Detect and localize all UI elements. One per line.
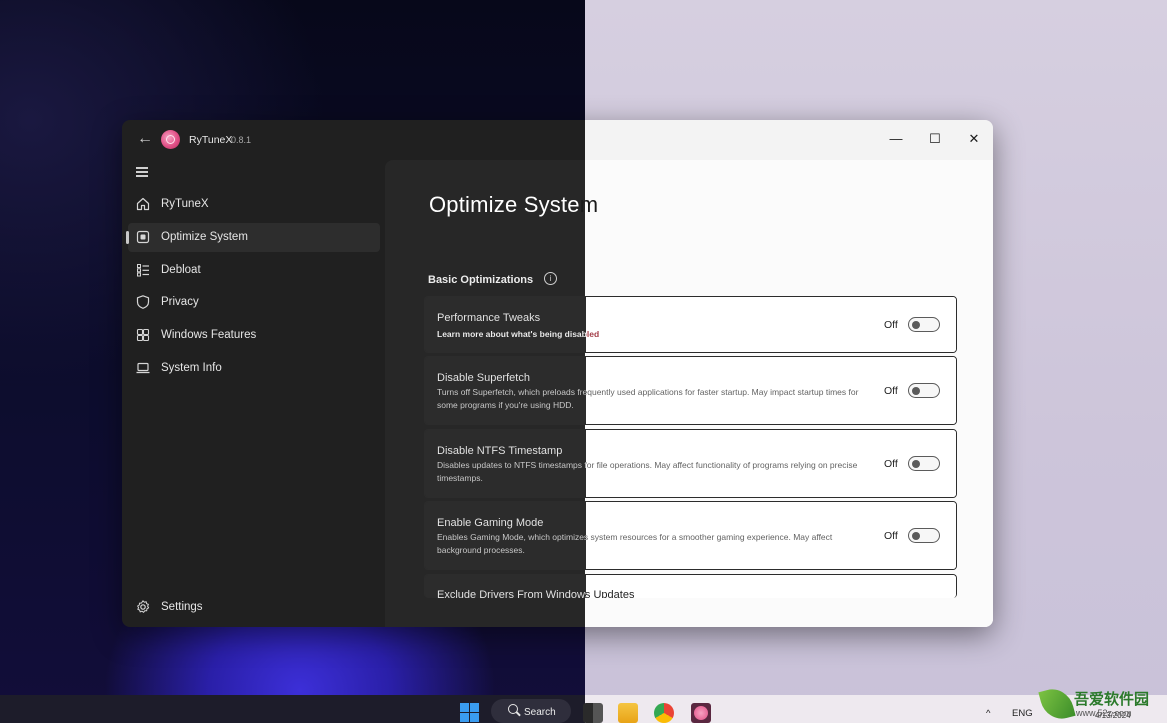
sidebar-item-rytunex[interactable]: RyTuneX	[128, 190, 380, 219]
task-view-icon[interactable]	[583, 703, 603, 723]
watermark-logo-icon	[1038, 684, 1076, 723]
setting-card-disable-ntfs-timestamp: Disable NTFS Timestamp Disables updates …	[424, 429, 957, 498]
card-title: Enable Gaming Mode	[437, 517, 544, 529]
learn-more-link[interactable]: Learn more about what's being disabled	[437, 329, 599, 339]
search-label: Search	[524, 707, 556, 718]
sidebar-item-optimize-system[interactable]: Optimize System	[126, 223, 380, 252]
taskbar-search-button[interactable]: Search	[491, 699, 571, 723]
sidebar-item-label: Debloat	[161, 264, 201, 276]
toggle-state-label: Off	[884, 385, 898, 397]
home-icon	[136, 197, 150, 211]
sidebar-item-label: Optimize System	[161, 231, 248, 243]
sidebar-item-settings[interactable]: Settings	[128, 593, 380, 622]
watermark-name: 吾爱软件园	[1074, 691, 1150, 708]
list-icon	[137, 264, 149, 277]
sidebar-item-debloat[interactable]: Debloat	[128, 256, 380, 285]
card-title: Performance Tweaks	[437, 312, 541, 324]
toggle-state-label: Off	[884, 458, 898, 470]
sidebar-item-label: Windows Features	[161, 329, 257, 341]
app-title: RyTuneX	[189, 134, 233, 146]
app-window: ← RyTuneX 0.8.1 — ☐ ✕ RyTuneX Optimize S…	[122, 120, 993, 627]
site-watermark: 吾爱软件园 www.52z.com	[1038, 684, 1167, 723]
sidebar-item-privacy[interactable]: Privacy	[128, 288, 380, 317]
maximize-button[interactable]: ☐	[917, 126, 953, 152]
setting-card-exclude-drivers: Exclude Drivers From Windows Updates	[424, 574, 957, 598]
card-description: Turns off Superfetch, which preloads fre…	[437, 386, 867, 412]
card-title: Disable Superfetch	[437, 372, 530, 384]
gear-icon	[137, 600, 150, 613]
sidebar-item-label: RyTuneX	[161, 198, 209, 210]
taskbar: Search ^ ENG 4/13/2024	[0, 695, 1167, 723]
optimize-icon	[136, 230, 150, 244]
close-button[interactable]: ✕	[956, 126, 992, 152]
page-title-tail: m	[579, 192, 599, 217]
toggle-state-label: Off	[884, 319, 898, 331]
watermark-url: www.52z.com	[1076, 708, 1132, 718]
setting-card-enable-gaming-mode: Enable Gaming Mode Enables Gaming Mode, …	[424, 501, 957, 570]
card-description: Disables updates to NTFS timestamps for …	[437, 459, 867, 485]
laptop-icon	[136, 362, 150, 374]
page-title-head: Optimize Syste	[429, 192, 580, 217]
setting-card-disable-superfetch: Disable Superfetch Turns off Superfetch,…	[424, 356, 957, 425]
chrome-icon[interactable]	[654, 703, 674, 723]
hamburger-menu-icon[interactable]	[134, 161, 150, 183]
toggle-switch[interactable]	[908, 528, 940, 543]
sidebar-item-label: System Info	[161, 362, 222, 374]
app-version: 0.8.1	[231, 135, 252, 145]
sidebar-item-label: Settings	[161, 601, 203, 613]
grid-icon	[136, 328, 150, 342]
chevron-up-icon[interactable]: ^	[986, 708, 990, 719]
shield-icon	[136, 295, 150, 309]
rytunex-taskbar-icon[interactable]	[691, 703, 711, 723]
search-icon	[508, 704, 518, 714]
section-title: Basic Optimizations	[428, 274, 534, 286]
card-title: Disable NTFS Timestamp	[437, 445, 563, 457]
card-description: Enables Gaming Mode, which optimizes sys…	[437, 531, 867, 557]
sidebar-item-windows-features[interactable]: Windows Features	[128, 321, 380, 350]
toggle-switch[interactable]	[908, 383, 940, 398]
toggle-switch[interactable]	[908, 456, 940, 471]
sidebar-item-label: Privacy	[161, 296, 199, 308]
active-indicator	[126, 231, 129, 244]
card-title: Exclude Drivers From Windows Updates	[437, 589, 634, 598]
back-arrow-icon[interactable]: ←	[134, 128, 156, 150]
toggle-state-label: Off	[884, 530, 898, 542]
sidebar-item-system-info[interactable]: System Info	[128, 354, 380, 383]
file-explorer-icon[interactable]	[618, 703, 638, 723]
setting-card-performance-tweaks: Performance Tweaks Learn more about what…	[424, 296, 957, 353]
app-logo-icon	[161, 130, 180, 149]
language-indicator[interactable]: ENG	[1012, 708, 1033, 719]
info-icon[interactable]: i	[544, 272, 557, 285]
windows-start-icon[interactable]	[460, 703, 480, 723]
page-title: Optimize System	[429, 192, 598, 218]
toggle-switch[interactable]	[908, 317, 940, 332]
minimize-button[interactable]: —	[878, 126, 914, 152]
